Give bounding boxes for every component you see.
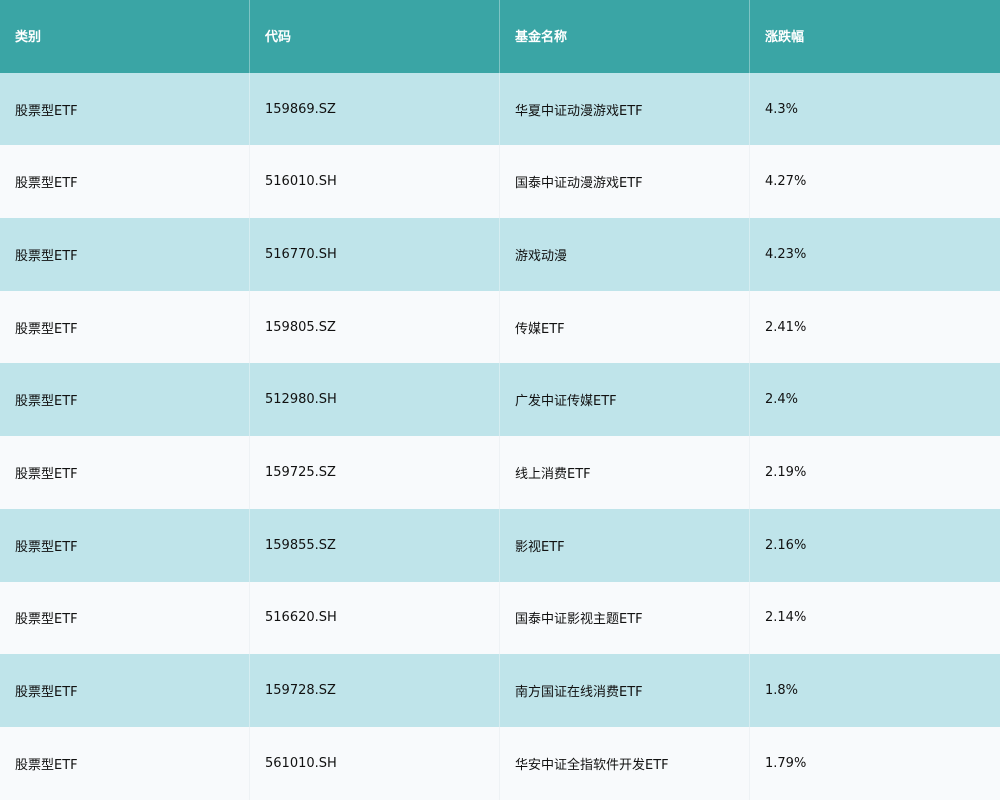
table-cell-category: 股票型ETF <box>0 436 250 509</box>
table-cell-fund-name: 影视ETF <box>500 508 750 582</box>
table-cell-change: 4.3% <box>765 101 799 117</box>
table-cell-fund-name: 国泰中证影视主题ETF <box>500 581 750 655</box>
column-header-category: 类别 <box>0 0 250 73</box>
table-row: 股票型ETF 516010.SH 国泰中证动漫游戏ETF 4.27% <box>0 145 1000 219</box>
table-cell-change: 1.8% <box>765 683 799 699</box>
table-cell-category: 股票型ETF <box>0 654 250 727</box>
table-cell-change: 2.41% <box>765 319 807 335</box>
table-row: 股票型ETF 512980.SH 广发中证传媒ETF 2.4% <box>0 363 1000 437</box>
table-cell-category: 股票型ETF <box>0 145 250 219</box>
table-cell-category: 股票型ETF <box>0 581 250 655</box>
table-cell-code: 159725.SZ <box>250 436 500 509</box>
table-row: 股票型ETF 159728.SZ 南方国证在线消费ETF 1.8% <box>0 654 1000 727</box>
column-header-change: 涨跌幅 <box>765 29 805 45</box>
table-cell-category: 股票型ETF <box>0 508 250 582</box>
column-header-code: 代码 <box>250 0 500 73</box>
table-cell-category: 股票型ETF <box>0 218 250 291</box>
table-cell-code: 159855.SZ <box>250 508 500 582</box>
table-cell-code: 512980.SH <box>250 363 500 437</box>
table-cell-change: 4.23% <box>765 246 807 262</box>
table-cell-change: 2.4% <box>765 392 799 408</box>
table-row: 股票型ETF 159869.SZ 华夏中证动漫游戏ETF 4.3% <box>0 72 1000 146</box>
table-cell-fund-name: 广发中证传媒ETF <box>500 363 750 437</box>
fund-table: 类别 代码 基金名称 涨跌幅 股票型ETF 159869.SZ 华夏中证动漫游戏ET… <box>0 0 1000 800</box>
table-row: 股票型ETF 561010.SH 华安中证全指软件开发ETF 1.79% <box>0 726 1000 800</box>
table-cell-category: 股票型ETF <box>0 290 250 364</box>
table-cell-fund-name: 华安中证全指软件开发ETF <box>500 726 750 800</box>
table-cell-code: 159805.SZ <box>250 290 500 364</box>
table-cell-change: 2.16% <box>765 537 807 553</box>
table-cell-code: 516010.SH <box>250 145 500 219</box>
table-row: 股票型ETF 516620.SH 国泰中证影视主题ETF 2.14% <box>0 581 1000 655</box>
table-cell-category: 股票型ETF <box>0 363 250 437</box>
table-cell-fund-name: 游戏动漫 <box>500 218 750 291</box>
table-cell-fund-name: 南方国证在线消费ETF <box>500 654 750 727</box>
table-row: 股票型ETF 159725.SZ 线上消费ETF 2.19% <box>0 436 1000 509</box>
table-row: 股票型ETF 516770.SH 游戏动漫 4.23% <box>0 218 1000 291</box>
table-row: 股票型ETF 159805.SZ 传媒ETF 2.41% <box>0 290 1000 364</box>
column-header-fund-name: 基金名称 <box>500 0 750 73</box>
table-cell-change: 2.14% <box>765 610 807 626</box>
table-cell-category: 股票型ETF <box>0 72 250 146</box>
table-cell-change: 2.19% <box>765 464 807 480</box>
table-cell-fund-name: 国泰中证动漫游戏ETF <box>500 145 750 219</box>
table-cell-change: 4.27% <box>765 174 807 190</box>
table-header-row: 类别 代码 基金名称 涨跌幅 <box>0 0 1000 73</box>
table-cell-code: 159869.SZ <box>250 72 500 146</box>
table-cell-change: 1.79% <box>765 755 807 771</box>
table-cell-code: 516620.SH <box>250 581 500 655</box>
table-cell-fund-name: 线上消费ETF <box>500 436 750 509</box>
table-cell-fund-name: 传媒ETF <box>500 290 750 364</box>
table-cell-category: 股票型ETF <box>0 726 250 800</box>
table-cell-code: 561010.SH <box>250 726 500 800</box>
table-cell-code: 516770.SH <box>250 218 500 291</box>
table-cell-fund-name: 华夏中证动漫游戏ETF <box>500 72 750 146</box>
table-cell-code: 159728.SZ <box>250 654 500 727</box>
table-row: 股票型ETF 159855.SZ 影视ETF 2.16% <box>0 508 1000 582</box>
